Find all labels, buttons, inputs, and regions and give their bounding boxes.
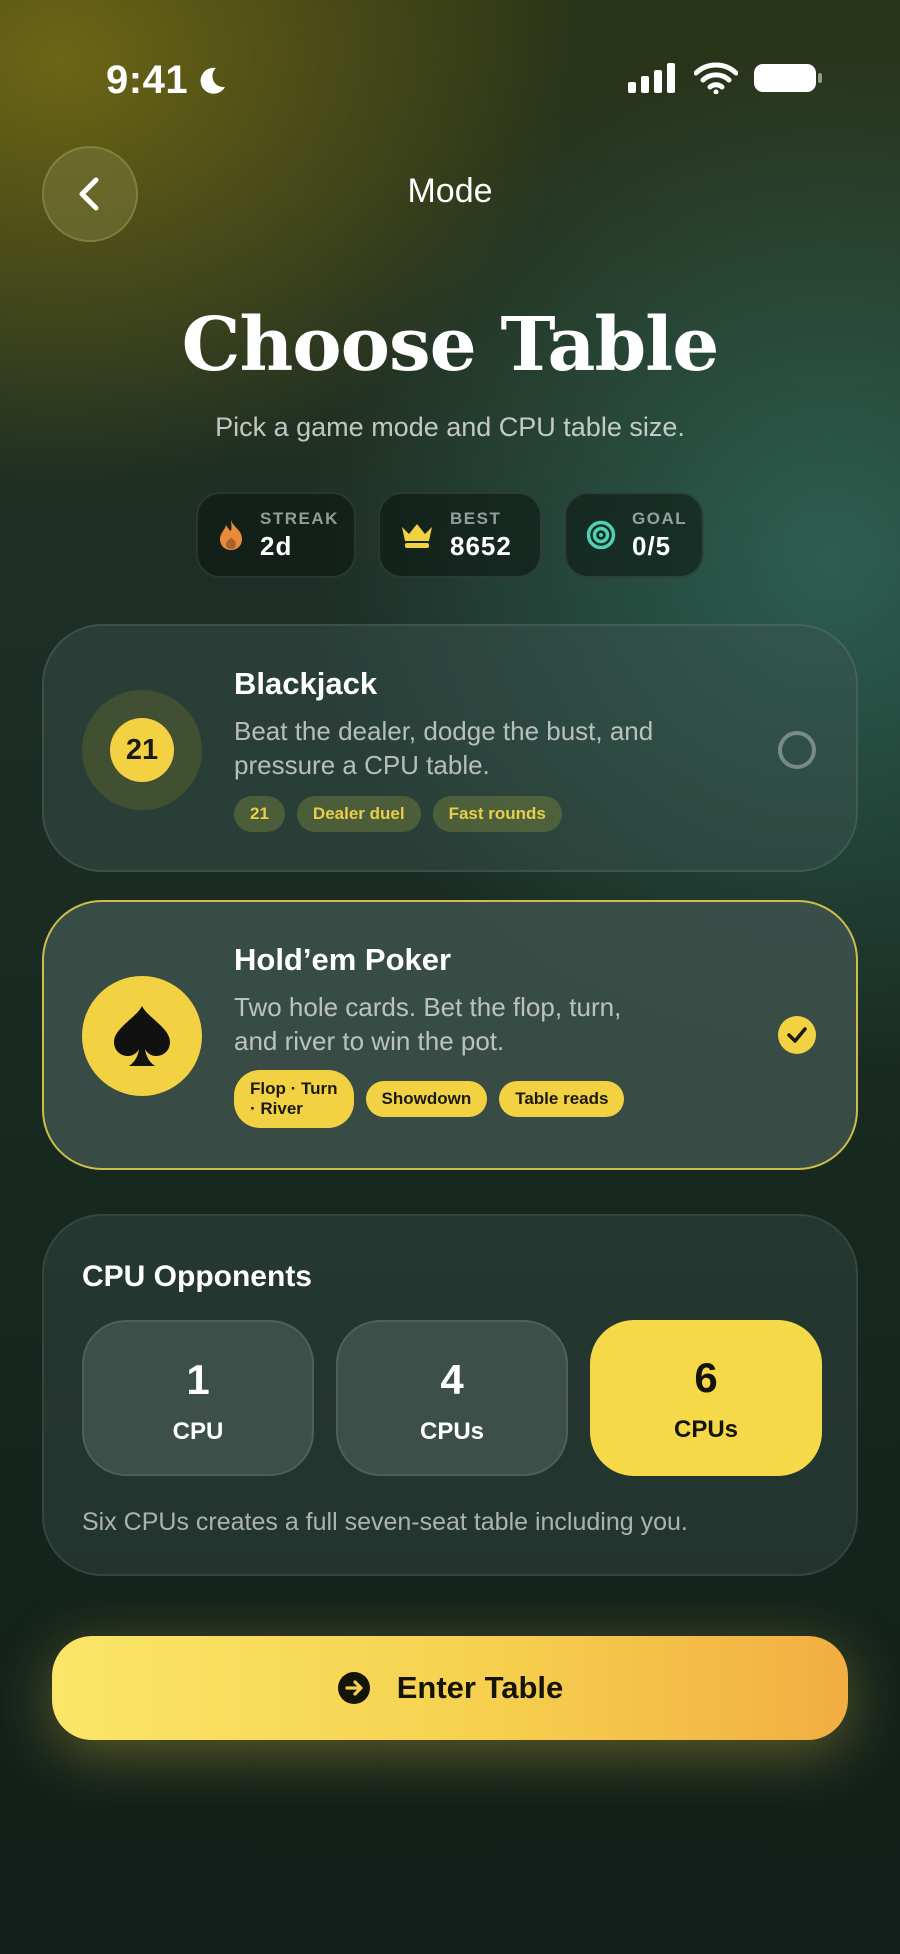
cpu-option-4[interactable]: 4 CPUs xyxy=(336,1320,568,1476)
mode-description-line: Beat the dealer, dodge the bust, and xyxy=(234,716,654,746)
radio-unselected[interactable] xyxy=(778,731,816,769)
crown-icon xyxy=(402,524,432,548)
mode-card-holdem[interactable]: Hold’em Poker Two hole cards. Bet the fl… xyxy=(42,900,858,1170)
stat-label: GOAL xyxy=(632,508,688,528)
stat-value: 8652 xyxy=(450,530,512,561)
stat-streak: STREAK 2d xyxy=(196,492,356,578)
page-subtitle: Pick a game mode and CPU table size. xyxy=(215,412,685,442)
mode-tag: 21 xyxy=(234,796,285,832)
holdem-badge xyxy=(82,976,202,1096)
cpu-option-count: 6 xyxy=(694,1354,718,1401)
enter-table-label: Enter Table xyxy=(396,1670,564,1705)
cpu-option-unit: CPUs xyxy=(419,1418,485,1445)
cpu-option-unit: CPUs xyxy=(673,1416,739,1443)
cpu-opponents-note: Six CPUs creates a full seven-seat table… xyxy=(82,1508,688,1536)
mode-tag: Table reads xyxy=(499,1081,625,1117)
blackjack-badge-text: 21 xyxy=(110,718,174,782)
spade-icon xyxy=(114,1006,170,1066)
target-icon xyxy=(586,520,616,550)
mode-description: Beat the dealer, dodge the bust, and pre… xyxy=(234,714,704,782)
mode-title: Hold’em Poker xyxy=(234,942,452,977)
cpu-option-count: 1 xyxy=(186,1356,210,1403)
stat-value: 2d xyxy=(260,530,293,561)
mode-tags: Flop · Turn · River Showdown Table reads xyxy=(234,1070,625,1128)
mode-description-line: pressure a CPU table. xyxy=(234,750,490,780)
status-time-text: 9:41 xyxy=(106,58,189,102)
cpu-option-unit: CPU xyxy=(172,1418,224,1445)
stat-label: BEST xyxy=(450,508,502,528)
arrow-right-circle-icon xyxy=(337,1672,370,1704)
mode-description: Two hole cards. Bet the flop, turn, and … xyxy=(234,990,704,1058)
cellular-signal-icon xyxy=(628,63,675,93)
cpu-option-6[interactable]: 6 CPUs xyxy=(590,1320,822,1476)
radio-selected[interactable] xyxy=(778,1016,816,1054)
wifi-icon xyxy=(694,62,738,94)
mode-description-line: and river to win the pot. xyxy=(234,1026,505,1056)
mode-tag-line: · River xyxy=(250,1099,303,1118)
cpu-opponents-title: CPU Opponents xyxy=(82,1260,312,1293)
mode-tags: 21 Dealer duel Fast rounds xyxy=(234,796,562,832)
page-title: Choose Table xyxy=(181,302,720,388)
mode-tag: Showdown xyxy=(365,1081,488,1117)
stat-goal: GOAL 0/5 xyxy=(564,492,704,578)
flame-icon xyxy=(220,520,242,550)
stat-label: STREAK xyxy=(260,508,339,528)
moon-icon xyxy=(200,67,226,94)
mode-card-blackjack[interactable]: 21 Blackjack Beat the dealer, dodge the … xyxy=(42,624,858,872)
mode-tag: Dealer duel xyxy=(296,796,421,832)
mode-title: Blackjack xyxy=(234,666,378,701)
stat-value: 0/5 xyxy=(632,530,672,561)
cpu-option-count: 4 xyxy=(440,1356,464,1403)
mode-tag-line: Flop · Turn xyxy=(250,1079,338,1098)
status-indicators xyxy=(628,62,824,94)
cpu-option-1[interactable]: 1 CPU xyxy=(82,1320,314,1476)
nav-title: Mode xyxy=(407,172,493,210)
mode-tag: Fast rounds xyxy=(432,796,562,832)
status-time: 9:41 xyxy=(106,58,228,103)
checkmark-icon xyxy=(787,1027,807,1043)
stat-best: BEST 8652 xyxy=(378,492,542,578)
mode-tag: Flop · Turn · River xyxy=(234,1070,354,1128)
blackjack-badge: 21 xyxy=(82,690,202,810)
mode-description-line: Two hole cards. Bet the flop, turn, xyxy=(234,992,622,1022)
cpu-opponents-panel: CPU Opponents 1 CPU 4 CPUs 6 CPUs Six CP… xyxy=(42,1214,858,1576)
enter-table-button[interactable]: Enter Table xyxy=(52,1636,848,1740)
battery-icon xyxy=(754,64,822,92)
